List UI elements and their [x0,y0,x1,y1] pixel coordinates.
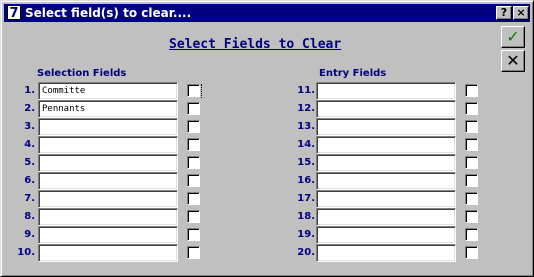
selection-field-input[interactable] [38,154,178,172]
checkmark-icon: ✓ [506,27,520,46]
selection-field-input[interactable] [38,136,178,154]
entry-field-input[interactable] [316,136,456,154]
entry-field-input[interactable] [316,100,456,118]
selection-clear-checkbox[interactable] [187,84,200,97]
entry-clear-checkbox[interactable] [465,102,478,115]
selection-row-number: 7. [24,193,35,204]
selection-fields-header: Selection Fields [37,68,127,79]
window-title: Select field(s) to clear.... [25,6,192,20]
selection-clear-checkbox[interactable] [187,156,200,169]
entry-field-input[interactable] [316,244,456,262]
entry-row-number: 20. [297,247,315,258]
selection-clear-checkbox[interactable] [187,138,200,151]
selection-field-input[interactable]: Committe [38,82,178,100]
entry-row-number: 19. [297,229,315,240]
entry-row-number: 13. [297,121,315,132]
app-icon[interactable]: 7 [7,5,21,21]
entry-clear-checkbox[interactable] [465,246,478,259]
selection-field-input[interactable]: Pennants [38,100,178,118]
entry-clear-checkbox[interactable] [465,84,478,97]
entry-row-number: 11. [297,85,315,96]
entry-clear-checkbox[interactable] [465,138,478,151]
entry-field-input[interactable] [316,118,456,136]
entry-clear-checkbox[interactable] [465,174,478,187]
entry-fields-header: Entry Fields [319,68,387,79]
entry-row-number: 12. [297,103,315,114]
entry-row-number: 17. [297,193,315,204]
selection-clear-checkbox[interactable] [187,120,200,133]
dialog-heading: Select Fields to Clear [169,37,342,52]
selection-row-number: 5. [24,157,35,168]
selection-field-input[interactable] [38,190,178,208]
entry-clear-checkbox[interactable] [465,192,478,205]
x-icon: ✕ [506,51,520,70]
selection-row-number: 3. [24,121,35,132]
selection-clear-checkbox[interactable] [187,174,200,187]
selection-field-input[interactable] [38,118,178,136]
entry-field-input[interactable] [316,226,456,244]
title-bar[interactable]: 7 Select field(s) to clear.... ? × [4,4,530,22]
ok-checkmark-button[interactable]: ✓ [501,26,525,48]
selection-row-number: 2. [24,103,35,114]
selection-field-input[interactable] [38,244,178,262]
selection-row-number: 6. [24,175,35,186]
selection-clear-checkbox[interactable] [187,210,200,223]
entry-clear-checkbox[interactable] [465,156,478,169]
selection-clear-checkbox[interactable] [187,246,200,259]
selection-row-number: 10. [17,247,35,258]
selection-row-number: 8. [24,211,35,222]
help-button[interactable]: ? [496,6,512,20]
entry-field-input[interactable] [316,172,456,190]
selection-row-number: 9. [24,229,35,240]
entry-clear-checkbox[interactable] [465,228,478,241]
selection-clear-checkbox[interactable] [187,192,200,205]
focus-indicator [201,84,203,98]
selection-row-number: 4. [24,139,35,150]
selection-field-input[interactable] [38,226,178,244]
entry-field-input[interactable] [316,82,456,100]
selection-field-input[interactable] [38,208,178,226]
selection-clear-checkbox[interactable] [187,102,200,115]
selection-clear-checkbox[interactable] [187,228,200,241]
close-button[interactable]: × [513,6,529,20]
entry-clear-checkbox[interactable] [465,210,478,223]
entry-row-number: 15. [297,157,315,168]
entry-field-input[interactable] [316,208,456,226]
dialog-window: 7 Select field(s) to clear.... ? × Selec… [0,0,534,277]
cancel-x-button[interactable]: ✕ [501,50,525,72]
entry-field-input[interactable] [316,190,456,208]
entry-row-number: 14. [297,139,315,150]
selection-field-input[interactable] [38,172,178,190]
entry-clear-checkbox[interactable] [465,120,478,133]
entry-row-number: 16. [297,175,315,186]
entry-row-number: 18. [297,211,315,222]
selection-row-number: 1. [24,85,35,96]
entry-field-input[interactable] [316,154,456,172]
